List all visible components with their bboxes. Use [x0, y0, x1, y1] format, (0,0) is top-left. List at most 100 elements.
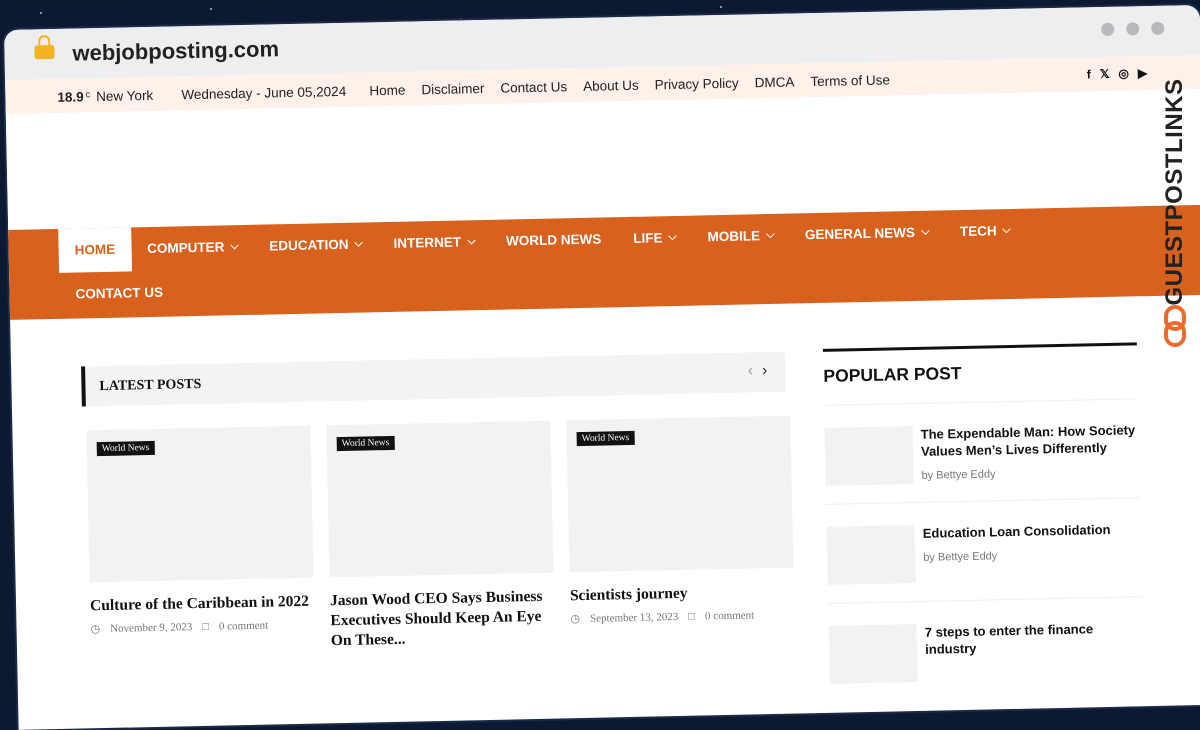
popular-title[interactable]: Education Loan Consolidation — [923, 521, 1111, 542]
popular-post[interactable]: Education Loan Consolidation by Bettye E… — [826, 497, 1143, 603]
chevron-down-icon — [668, 231, 677, 241]
url-text[interactable]: webjobposting.com — [72, 36, 279, 66]
top-nav-dmca[interactable]: DMCA — [754, 74, 794, 90]
popular-thumbnail[interactable] — [826, 525, 916, 585]
nav-computer[interactable]: COMPUTER — [131, 225, 254, 272]
chevron-left-icon[interactable]: ‹ — [748, 362, 754, 379]
author-name[interactable]: Bettye Eddy — [938, 550, 998, 563]
by-label: by — [923, 551, 936, 564]
nav-world-news[interactable]: WORLD NEWS — [490, 217, 618, 264]
post-thumbnail[interactable]: World News — [326, 420, 554, 578]
post-card[interactable]: World News Jason Wood CEO Says Business … — [326, 420, 555, 652]
popular-byline: by Bettye Eddy — [921, 465, 1139, 482]
popular-post[interactable]: 7 steps to enter the finance industry — [828, 596, 1145, 702]
section-title: LATEST POSTS — [99, 376, 202, 395]
current-date: Wednesday - June 05,2024 — [181, 83, 347, 103]
browser-window: webjobposting.com 18.9 c New York Wednesda… — [4, 4, 1200, 730]
nav-label: LIFE — [633, 230, 663, 246]
twitter-icon[interactable]: 𝕏 — [1100, 67, 1110, 81]
clock-icon: ◷ — [90, 623, 101, 636]
link-icon — [1164, 305, 1186, 347]
popular-title[interactable]: 7 steps to enter the finance industry — [925, 619, 1144, 658]
chevron-down-icon — [1002, 224, 1011, 234]
post-title[interactable]: Jason Wood CEO Says Business Executives … — [330, 587, 555, 652]
nav-label: GENERAL NEWS — [804, 224, 916, 243]
nav-general-news[interactable]: GENERAL NEWS — [789, 210, 945, 257]
nav-label: INTERNET — [393, 234, 462, 251]
latest-posts-header: LATEST POSTS ‹ › — [81, 351, 786, 407]
top-nav: Home Disclaimer Contact Us About Us Priv… — [369, 72, 890, 98]
popular-byline: by Bettye Eddy — [923, 548, 1111, 564]
lock-icon — [34, 44, 55, 60]
nav-mobile[interactable]: MOBILE — [691, 214, 789, 260]
carousel-controls: ‹ › — [748, 362, 768, 380]
main-content: LATEST POSTS ‹ › World News Culture of t… — [10, 295, 1200, 720]
post-meta: ◷ November 9, 2023 □ 0 comment — [90, 618, 314, 636]
top-nav-about[interactable]: About Us — [583, 78, 639, 94]
category-badge[interactable]: World News — [336, 435, 395, 452]
instagram-icon[interactable]: ◎ — [1118, 66, 1129, 80]
weather-widget: 18.9 c New York — [57, 88, 153, 105]
clock-icon: ◷ — [570, 613, 581, 626]
facebook-icon[interactable]: f — [1087, 67, 1091, 81]
weather-city: New York — [96, 87, 154, 105]
divider — [822, 342, 1137, 352]
post-card[interactable]: World News Scientists journey ◷ September… — [566, 415, 794, 626]
top-nav-home[interactable]: Home — [369, 83, 405, 99]
nav-label: COMPUTER — [146, 239, 225, 257]
top-nav-contact[interactable]: Contact Us — [500, 79, 567, 95]
window-controls — [1101, 21, 1165, 37]
post-thumbnail[interactable]: World News — [566, 415, 794, 573]
window-dot-icon[interactable] — [1101, 22, 1115, 37]
category-badge[interactable]: World News — [96, 440, 155, 457]
nav-label: TECH — [959, 223, 997, 240]
window-dot-icon[interactable] — [1151, 21, 1165, 35]
nav-contact-us[interactable]: CONTACT US — [59, 270, 179, 316]
top-nav-disclaimer[interactable]: Disclaimer — [421, 81, 484, 97]
window-dot-icon[interactable] — [1126, 22, 1140, 36]
chevron-down-icon — [765, 229, 775, 239]
nav-internet[interactable]: INTERNET — [377, 220, 490, 266]
by-label: by — [921, 469, 934, 482]
comment-icon: □ — [688, 610, 696, 623]
nav-label: WORLD NEWS — [505, 231, 602, 249]
category-badge[interactable]: World News — [576, 430, 635, 447]
popular-sidebar: POPULAR POST The Expendable Man: How Soc… — [822, 342, 1145, 702]
nav-education[interactable]: EDUCATION — [253, 222, 378, 269]
popular-thumbnail[interactable] — [828, 624, 918, 684]
post-date: November 9, 2023 — [110, 621, 193, 635]
chevron-right-icon[interactable]: › — [762, 362, 768, 379]
chevron-down-icon — [466, 236, 476, 245]
top-nav-terms[interactable]: Terms of Use — [810, 72, 890, 89]
temperature-unit: c — [85, 89, 91, 100]
temperature: 18.9 — [57, 89, 84, 105]
nav-label: HOME — [74, 241, 116, 258]
comment-icon: □ — [202, 620, 210, 633]
chevron-down-icon — [230, 240, 239, 250]
popular-thumbnail[interactable] — [824, 426, 914, 486]
popular-title[interactable]: The Expendable Man: How Society Values M… — [920, 421, 1139, 460]
comment-count[interactable]: 0 comment — [705, 609, 754, 622]
nav-label: MOBILE — [707, 228, 761, 245]
nav-label: CONTACT US — [75, 284, 164, 302]
chevron-down-icon — [354, 238, 363, 247]
top-nav-privacy[interactable]: Privacy Policy — [654, 76, 738, 93]
nav-label: EDUCATION — [269, 236, 349, 254]
nav-tech[interactable]: TECH — [943, 209, 1026, 255]
post-date: September 13, 2023 — [589, 611, 679, 625]
social-links: f 𝕏 ◎ ▶ — [1087, 66, 1148, 81]
nav-home[interactable]: HOME — [58, 227, 132, 273]
post-card[interactable]: World News Culture of the Caribbean in 2… — [86, 425, 314, 636]
post-title[interactable]: Scientists journey — [570, 582, 794, 607]
post-title[interactable]: Culture of the Caribbean in 2022 — [90, 592, 314, 617]
chevron-down-icon — [920, 226, 930, 235]
sidebar-title: POPULAR POST — [823, 363, 962, 386]
youtube-icon[interactable]: ▶ — [1138, 66, 1148, 80]
author-name[interactable]: Bettye Eddy — [936, 468, 996, 481]
post-thumbnail[interactable]: World News — [86, 425, 314, 583]
nav-life[interactable]: LIFE — [617, 216, 692, 262]
watermark-text: GUESTPOSTLINKS — [1161, 78, 1188, 306]
comment-count[interactable]: 0 comment — [219, 620, 268, 633]
post-meta: ◷ September 13, 2023 □ 0 comment — [570, 608, 794, 626]
popular-post[interactable]: The Expendable Man: How Society Values M… — [824, 398, 1141, 504]
